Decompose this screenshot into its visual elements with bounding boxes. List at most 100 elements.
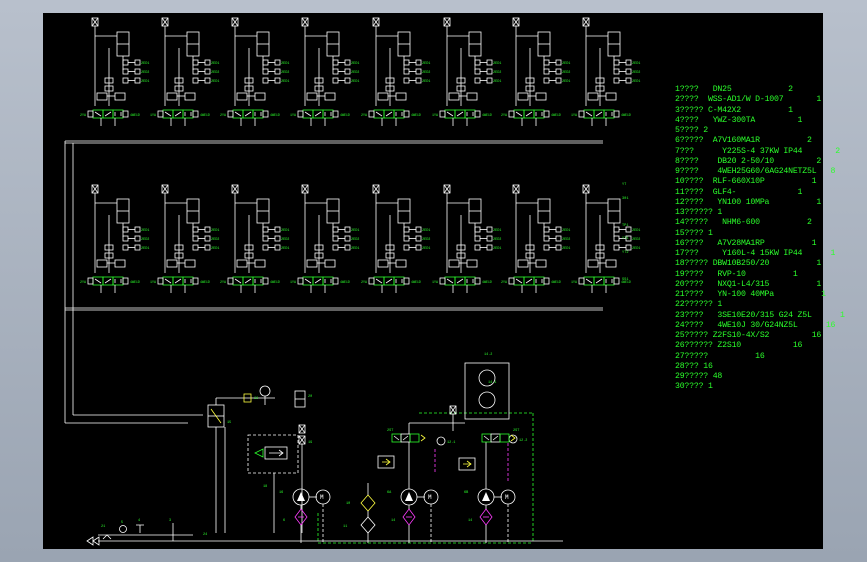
bom-item-spec: Y225S-4 37KW IP44 2 (693, 146, 840, 156)
bom-row: 14????? NHM6-600 2 (675, 218, 825, 228)
svg-text:19: 19 (308, 441, 312, 445)
bom-item-spec: 16 (698, 361, 713, 371)
svg-text:3: 3 (169, 519, 171, 523)
bom-item-number: 18????? (675, 259, 708, 269)
svg-text:2ED1: 2ED1 (562, 62, 570, 66)
svg-text:2YA: 2YA (501, 280, 507, 284)
bom-item-spec: A7V160MA1R 2 (703, 136, 812, 146)
bom-item-spec: Y160L-4 15KW IP44 1 (698, 249, 836, 258)
bom-item-number: 7??? (675, 146, 694, 156)
svg-text:2ED1: 2ED1 (562, 247, 570, 251)
svg-text:2ED2: 2ED2 (211, 71, 219, 75)
svg-text:2ED1: 2ED1 (422, 80, 430, 84)
bom-row: 20???? NXQ1-L4/315 1 (675, 280, 825, 290)
bom-item-number: 12???? (675, 197, 704, 207)
bom-item-number: 6????? (675, 136, 704, 146)
svg-text:4WE1D: 4WE1D (130, 280, 140, 284)
actuator-unit: 2ED1 2ED2 2ED1 1YA 4WE1D (432, 17, 501, 126)
svg-text:6B: 6B (464, 491, 468, 495)
actuator-unit: 2ED1 2ED2 2ED1 1YA 4WE1D (150, 17, 219, 126)
bom-item-spec: RLF-660X10P 1 (703, 177, 817, 187)
bom-item-spec: DN25 2 (698, 85, 793, 94)
svg-text:1YA: 1YA (432, 280, 438, 284)
bom-item-number: 15???? (675, 228, 704, 238)
actuator-unit: 2ED1 2ED2 2ED1 1YA 4WE1D (571, 17, 640, 126)
svg-text:2ED1: 2ED1 (211, 229, 219, 233)
bom-item-number: 17??? (675, 249, 699, 258)
actuator-unit: 2ED1 2ED2 2ED1 2YA 4WE1D (501, 17, 570, 126)
actuator-unit: 2ED1 2ED2 2ED1 1YA 4WE1D (290, 184, 359, 293)
bom-row: 28??? 16 (675, 362, 825, 372)
bom-item-number: 2???? (675, 95, 699, 105)
svg-text:2ST: 2ST (513, 429, 519, 433)
svg-text:2ED2: 2ED2 (562, 238, 570, 242)
svg-text:2ED2: 2ED2 (422, 71, 430, 75)
svg-text:12.2: 12.2 (519, 439, 527, 443)
cad-viewport[interactable]: 2ED1 2ED2 2ED1 2YA 4WE1D 2ED1 2ED2 2ED1 1YA 4WE1D… (43, 13, 845, 549)
svg-text:1YA: 1YA (432, 113, 438, 117)
bom-item-number: 29????? (675, 372, 708, 381)
svg-text:2ED1: 2ED1 (141, 80, 149, 84)
bill-of-materials: 1???? DN25 2 2???? WSS-AD1/W D-1007 1 3???… (675, 85, 845, 393)
svg-text:4WE1D: 4WE1D (482, 280, 492, 284)
bom-item-number: 1???? (675, 85, 699, 94)
svg-text:2ST: 2ST (387, 429, 393, 433)
bom-row: 1???? DN25 2 (675, 85, 825, 95)
svg-text:2ED1: 2ED1 (493, 80, 501, 84)
svg-text:2ED1: 2ED1 (493, 247, 501, 251)
bom-item-number: 4???? (675, 115, 699, 125)
svg-text:4WE1D: 4WE1D (551, 113, 561, 117)
bom-item-spec: WSS-AD1/W D-1007 1 (698, 95, 822, 105)
bom-row: 8???? DB20 2-50/10 2 (675, 157, 825, 167)
bom-row: 24???? 4WE10J 30/G24NZ5L 16 (675, 320, 835, 331)
bom-item-spec: 16 (708, 351, 765, 361)
bom-row: 7??? Y225S-4 37KW IP44 2 (675, 146, 840, 157)
svg-text:2ED1: 2ED1 (141, 62, 149, 66)
svg-text:2ED1: 2ED1 (141, 229, 149, 233)
svg-text:2ED1: 2ED1 (351, 62, 359, 66)
actuator-unit: 2ED1 2ED2 2ED1 1YA 4WE1D (290, 17, 359, 126)
bom-item-spec: 2 (698, 126, 709, 135)
bom-item-number: 25????? (675, 331, 708, 340)
bom-item-number: 22?????? (675, 300, 713, 310)
svg-text:2ED1: 2ED1 (281, 80, 289, 84)
svg-text:1YA: 1YA (150, 113, 156, 117)
svg-text:YT1: YT1 (622, 237, 628, 241)
actuator-unit: 2ED1 2ED2 2ED1 2YA 4WE1D (220, 184, 289, 293)
svg-text:2ED1: 2ED1 (632, 80, 640, 84)
bom-row: 25????? Z2FS10-4X/S2 16 (675, 331, 825, 341)
bom-item-number: 24???? (675, 320, 704, 330)
bom-item-number: 14????? (675, 218, 708, 228)
svg-text:2ED1: 2ED1 (211, 62, 219, 66)
svg-text:18: 18 (263, 485, 267, 489)
bom-row: 13?????? 1 (675, 208, 825, 218)
bom-row: 2???? WSS-AD1/W D-1007 1 (675, 95, 825, 105)
svg-text:2ED1: 2ED1 (211, 80, 219, 84)
svg-text:24: 24 (203, 533, 207, 537)
bom-row: 26?????? Z2S10 16 (675, 341, 825, 351)
svg-text:2ED1: 2ED1 (422, 62, 430, 66)
svg-text:4WE1D: 4WE1D (411, 113, 421, 117)
bom-item-number: 26?????? (675, 341, 713, 351)
svg-text:4WE1D: 4WE1D (270, 280, 280, 284)
bom-item-spec: 4WE10J 30/G24NZ5L 16 (703, 320, 836, 330)
bom-item-spec: YN-100 40MPa 1 (703, 290, 826, 299)
svg-text:2ED2: 2ED2 (422, 238, 430, 242)
svg-text:2ED1: 2ED1 (351, 247, 359, 251)
bom-item-spec: DBW10B250/20 1 (708, 259, 822, 269)
bom-row: 21???? YN-100 40MPa 1 (675, 290, 826, 300)
svg-text:4WE1D: 4WE1D (270, 113, 280, 117)
bom-row: 5???? 2 (675, 126, 825, 136)
actuator-unit: 2ED1 2ED2 2ED1 2YA 4WE1D (80, 184, 149, 293)
svg-text:11: 11 (343, 525, 347, 529)
bom-item-number: 30???? (675, 382, 704, 392)
bom-row: 6????? A7V160MA1R 2 (675, 136, 825, 146)
svg-text:2ED1: 2ED1 (632, 247, 640, 251)
svg-text:SS1: SS1 (622, 278, 628, 282)
svg-text:4WE1D: 4WE1D (130, 113, 140, 117)
svg-text:2ED1: 2ED1 (281, 62, 289, 66)
bom-item-number: 16???? (675, 238, 704, 248)
bom-item-spec: GLF4- 1 (703, 187, 803, 197)
svg-text:M: M (428, 494, 432, 501)
svg-text:2ED1: 2ED1 (493, 229, 501, 233)
